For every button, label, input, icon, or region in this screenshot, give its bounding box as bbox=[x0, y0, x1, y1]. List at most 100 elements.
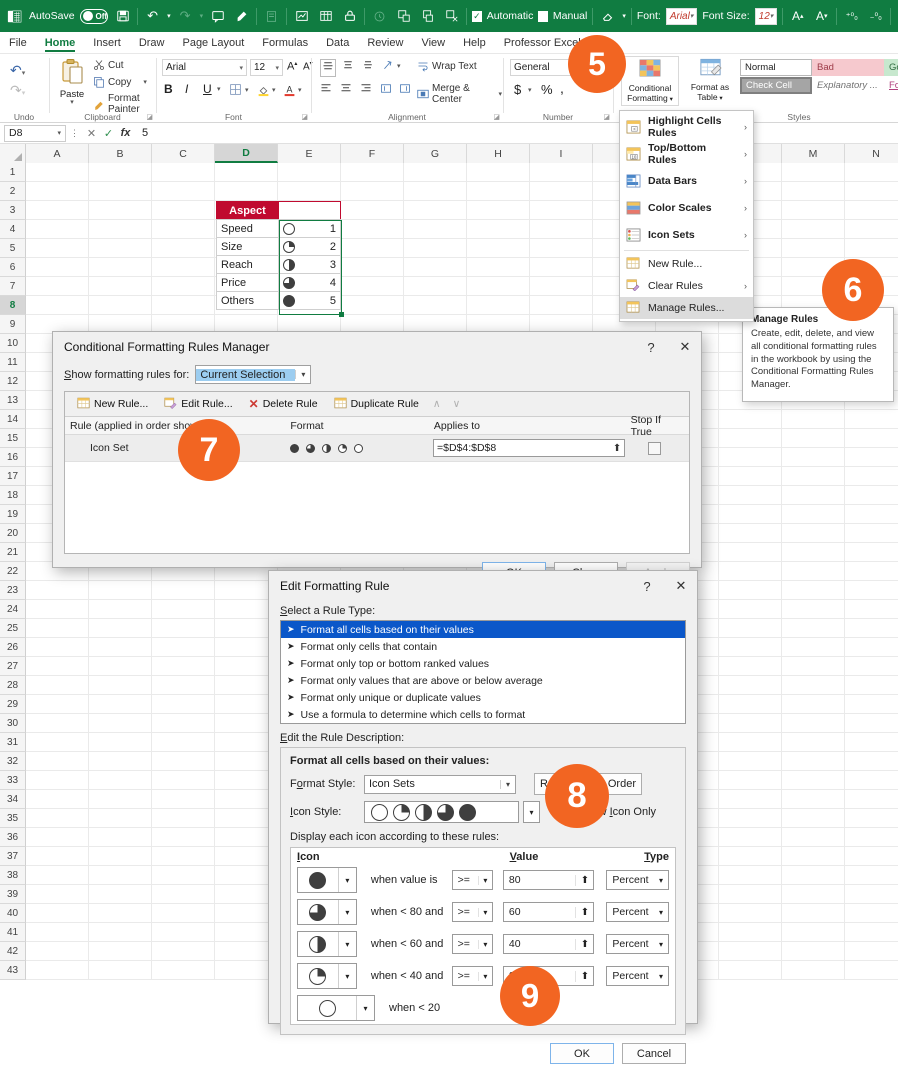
column-header-a[interactable]: A bbox=[26, 144, 89, 163]
underline-dropdown[interactable]: ▾ bbox=[217, 85, 221, 93]
align-top-button[interactable] bbox=[320, 59, 336, 77]
cell-aspect[interactable]: Speed bbox=[216, 219, 279, 238]
cell-aspect[interactable]: Reach bbox=[216, 255, 279, 274]
grid-cell[interactable] bbox=[152, 201, 215, 220]
grid-cell[interactable] bbox=[530, 258, 593, 277]
align-bottom-button[interactable] bbox=[362, 60, 374, 74]
grid-cell[interactable] bbox=[719, 429, 782, 448]
grid-cell[interactable] bbox=[845, 828, 898, 847]
row-header-27[interactable]: 27 bbox=[0, 657, 26, 676]
grid-cell[interactable] bbox=[719, 486, 782, 505]
grid-cell[interactable] bbox=[845, 961, 898, 980]
grid-cell[interactable] bbox=[404, 239, 467, 258]
column-header-g[interactable]: G bbox=[404, 144, 467, 163]
grid-cell[interactable] bbox=[530, 220, 593, 239]
row-header-15[interactable]: 15 bbox=[0, 429, 26, 448]
grid-cell[interactable] bbox=[845, 220, 898, 239]
comma-button[interactable]: , bbox=[560, 80, 564, 96]
menu-item-highlight-cells-rules[interactable]: < Highlight Cells Rules› bbox=[620, 113, 753, 140]
grid-cell[interactable] bbox=[719, 562, 782, 581]
grid-cell[interactable] bbox=[26, 828, 89, 847]
row-header-33[interactable]: 33 bbox=[0, 771, 26, 790]
grid-cell[interactable] bbox=[782, 771, 845, 790]
grid-cell[interactable] bbox=[26, 885, 89, 904]
grid-cell[interactable] bbox=[719, 828, 782, 847]
grid-cell[interactable] bbox=[26, 847, 89, 866]
grid-cell[interactable] bbox=[719, 923, 782, 942]
row-header-11[interactable]: 11 bbox=[0, 353, 26, 372]
grid-cell[interactable] bbox=[89, 619, 152, 638]
column-header-i[interactable]: I bbox=[530, 144, 593, 163]
grid-cell[interactable] bbox=[719, 790, 782, 809]
redo-button[interactable]: ↷▾ bbox=[10, 82, 25, 99]
close-button[interactable]: ✕ bbox=[671, 578, 691, 594]
increase-indent-button[interactable] bbox=[399, 83, 411, 97]
grid-cell[interactable] bbox=[152, 885, 215, 904]
grid-cell[interactable] bbox=[26, 809, 89, 828]
range-picker-icon[interactable]: ⬆ bbox=[613, 443, 621, 454]
rule-type-option[interactable]: ➤Format only unique or duplicate values bbox=[281, 689, 685, 706]
grid-cell[interactable] bbox=[782, 600, 845, 619]
applies-to-input[interactable]: =$D$4:$D$8 ⬆ bbox=[433, 439, 625, 457]
grid-cell[interactable] bbox=[845, 771, 898, 790]
value-input[interactable]: 60⬆ bbox=[503, 902, 595, 922]
grid-cell[interactable] bbox=[26, 904, 89, 923]
grid-cell[interactable] bbox=[26, 676, 89, 695]
style-good[interactable]: Good bbox=[884, 59, 898, 76]
grid-cell[interactable] bbox=[152, 638, 215, 657]
grid-cell[interactable] bbox=[152, 277, 215, 296]
underline-button[interactable]: U bbox=[203, 82, 212, 96]
row-header-29[interactable]: 29 bbox=[0, 695, 26, 714]
type-select[interactable]: Percent▾ bbox=[606, 870, 669, 890]
operator-select[interactable]: >=▾ bbox=[452, 870, 493, 890]
grid-cell[interactable] bbox=[152, 923, 215, 942]
grid-cell[interactable] bbox=[404, 182, 467, 201]
row-header-14[interactable]: 14 bbox=[0, 410, 26, 429]
grid-cell[interactable] bbox=[530, 163, 593, 182]
cancel-icon[interactable]: ✕ bbox=[83, 127, 100, 140]
row-header-24[interactable]: 24 bbox=[0, 600, 26, 619]
grid-cell[interactable] bbox=[152, 657, 215, 676]
rule-type-option[interactable]: ➤Format only cells that contain bbox=[281, 638, 685, 655]
grid-cell[interactable] bbox=[26, 752, 89, 771]
grid-cell[interactable] bbox=[782, 676, 845, 695]
grid-cell[interactable] bbox=[26, 296, 89, 315]
grid-cell[interactable] bbox=[782, 220, 845, 239]
cell-aspect[interactable]: Size bbox=[216, 237, 279, 256]
grid-cell[interactable] bbox=[467, 182, 530, 201]
efr-cancel-button[interactable]: Cancel bbox=[622, 1043, 686, 1064]
grid-cell[interactable] bbox=[845, 619, 898, 638]
grid-cell[interactable] bbox=[26, 923, 89, 942]
grid-cell[interactable] bbox=[719, 467, 782, 486]
menu-item-data-bars[interactable]: Data Bars› bbox=[620, 167, 753, 194]
column-header-c[interactable]: C bbox=[152, 144, 215, 163]
grid-cell[interactable] bbox=[341, 258, 404, 277]
grid-cell[interactable] bbox=[152, 961, 215, 980]
row-header-35[interactable]: 35 bbox=[0, 809, 26, 828]
row-header-12[interactable]: 12 bbox=[0, 372, 26, 391]
grid-cell[interactable] bbox=[719, 752, 782, 771]
type-select[interactable]: Percent▾ bbox=[606, 966, 669, 986]
grid-cell[interactable] bbox=[719, 638, 782, 657]
save-icon[interactable] bbox=[113, 7, 132, 26]
grid-cell[interactable] bbox=[719, 410, 782, 429]
operator-select[interactable]: >=▾ bbox=[452, 934, 493, 954]
decrease-decimal-icon[interactable]: ₋⁰₀ bbox=[866, 7, 885, 26]
grid-cell[interactable] bbox=[467, 163, 530, 182]
row-header-1[interactable]: 1 bbox=[0, 163, 26, 182]
shrink-font-icon[interactable]: A▾ bbox=[812, 7, 831, 26]
grid-cell[interactable] bbox=[782, 923, 845, 942]
tab-data[interactable]: Data bbox=[317, 35, 358, 51]
row-header-13[interactable]: 13 bbox=[0, 391, 26, 410]
grid-cell[interactable] bbox=[719, 942, 782, 961]
grid-cell[interactable] bbox=[26, 695, 89, 714]
row-header-30[interactable]: 30 bbox=[0, 714, 26, 733]
grid-cell[interactable] bbox=[719, 866, 782, 885]
currency-button[interactable]: $ bbox=[514, 82, 521, 97]
undo-button[interactable]: ↶▾ bbox=[10, 62, 25, 79]
clipboard-dialog-launcher[interactable]: ◪ bbox=[146, 113, 153, 121]
align-center-button[interactable] bbox=[340, 83, 352, 97]
grid-cell[interactable] bbox=[530, 182, 593, 201]
font-dialog-launcher[interactable]: ◪ bbox=[301, 113, 308, 121]
grid-cell[interactable] bbox=[152, 752, 215, 771]
